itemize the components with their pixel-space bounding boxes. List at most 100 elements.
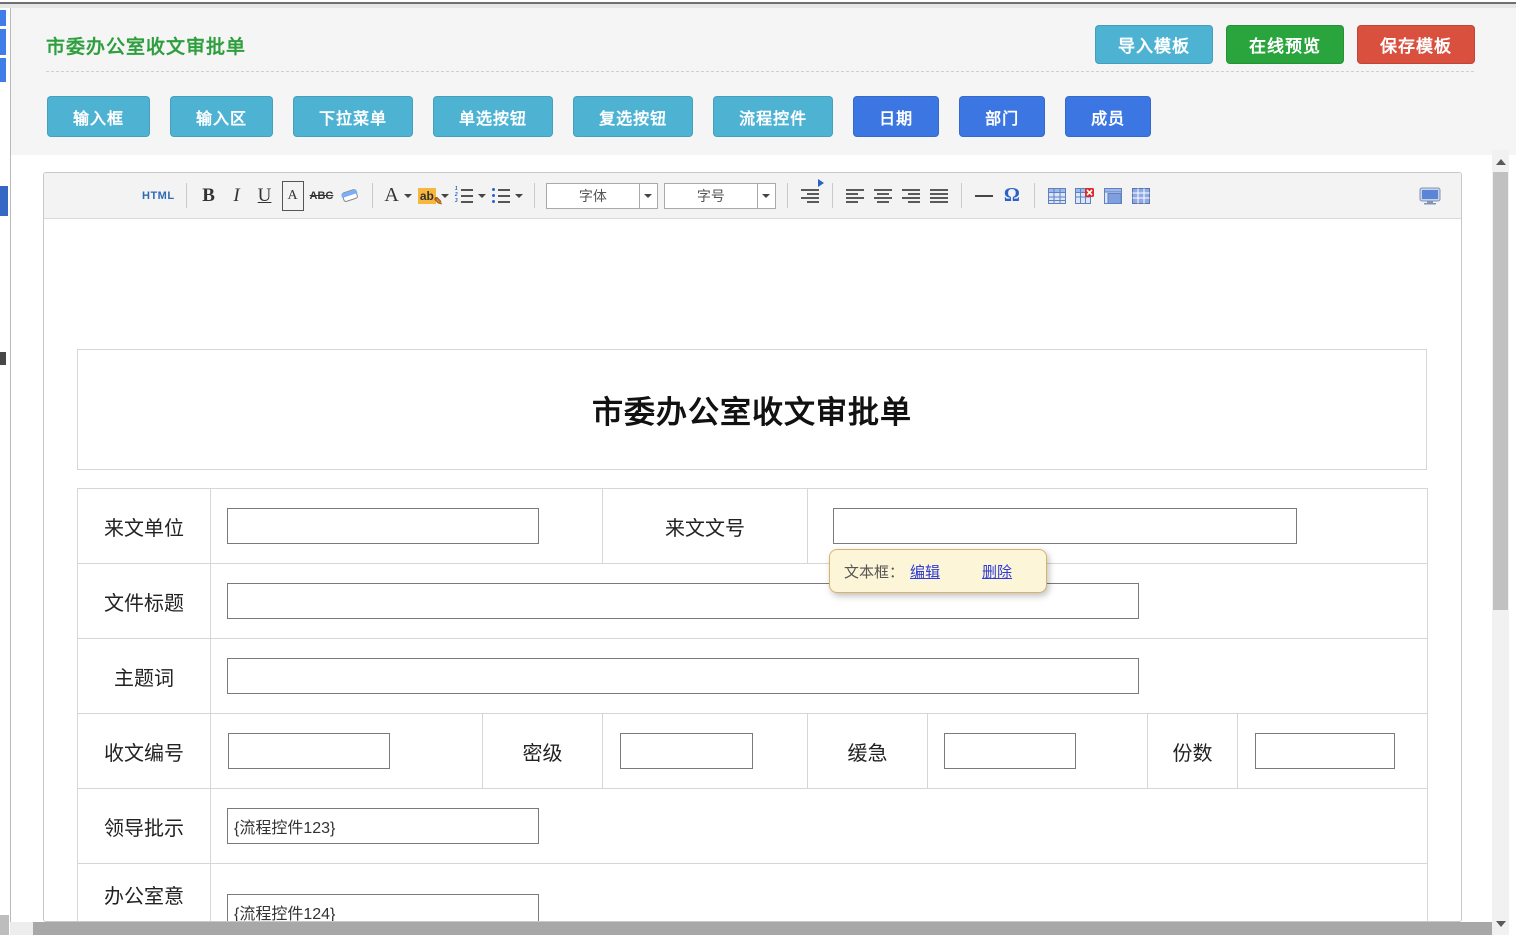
indent-icon	[801, 189, 819, 203]
horizontal-scrollbar-thumb[interactable]	[33, 922, 1492, 935]
edit-link[interactable]: 编辑	[910, 561, 940, 582]
add-checkbox-button[interactable]: 复选按钮	[573, 96, 693, 137]
table-icon	[1048, 188, 1066, 204]
delete-link[interactable]: 删除	[982, 561, 1012, 582]
remove-format-eraser-button[interactable]	[339, 181, 361, 211]
scroll-down-button[interactable]	[1492, 915, 1509, 932]
source-code-button[interactable]: HTML	[142, 181, 175, 211]
security-level-input[interactable]	[620, 733, 753, 769]
align-center-button[interactable]	[872, 181, 894, 211]
font-color-label: A	[384, 184, 398, 207]
special-character-button[interactable]: Ω	[1001, 181, 1023, 211]
align-right-button[interactable]	[900, 181, 922, 211]
add-dropdown-button[interactable]: 下拉菜单	[293, 96, 413, 137]
horizontal-scrollbar[interactable]	[10, 922, 1492, 935]
subject-words-input[interactable]	[227, 658, 1139, 694]
table-grid-icon	[1132, 188, 1150, 204]
highlight-color-button[interactable]: ab✎	[418, 181, 449, 211]
toolbar-separator	[186, 183, 187, 208]
format-block-button[interactable]: A	[282, 181, 304, 211]
left-edge-fragment	[0, 29, 6, 55]
unordered-list-button[interactable]	[492, 181, 523, 211]
delete-table-button[interactable]	[1074, 181, 1096, 211]
indent-button[interactable]	[799, 181, 821, 211]
toolbar-separator	[534, 183, 535, 208]
left-edge-fragment	[0, 915, 9, 935]
vertical-scrollbar-thumb[interactable]	[1493, 172, 1508, 610]
page-title: 市委办公室收文审批单	[46, 32, 246, 59]
screen: 市委办公室收文审批单 导入模板 在线预览 保存模板 输入框 输入区 下拉菜单 单…	[0, 0, 1516, 935]
underline-button[interactable]: U	[254, 181, 276, 211]
strikethrough-button[interactable]: ABC	[310, 181, 334, 211]
office-opinion-flow-input[interactable]	[227, 894, 539, 922]
font-color-button[interactable]: A	[384, 181, 411, 211]
arrow-right-icon	[818, 179, 824, 187]
label-incoming-doc-number: 来文文号	[603, 489, 808, 564]
horizontal-rule-button[interactable]	[973, 181, 995, 211]
table-cell-icon	[1104, 188, 1122, 204]
arrow-up-icon	[1496, 159, 1506, 165]
table-properties-button[interactable]	[1130, 181, 1152, 211]
receipt-number-input[interactable]	[228, 733, 390, 769]
save-template-button[interactable]: 保存模板	[1357, 25, 1475, 64]
align-left-icon	[846, 189, 864, 203]
pencil-icon: ✎	[434, 195, 443, 208]
editor-toolbar: HTML B I U A ABC A	[44, 173, 1461, 219]
insert-table-button[interactable]	[1046, 181, 1068, 211]
add-date-button[interactable]: 日期	[853, 96, 939, 137]
italic-button[interactable]: I	[226, 181, 248, 211]
form-table: 来文单位 来文文号 文件标题 主题词 收文编号	[77, 488, 1428, 922]
align-justify-button[interactable]	[928, 181, 950, 211]
copies-input[interactable]	[1255, 733, 1395, 769]
table-cell-properties-button[interactable]	[1102, 181, 1124, 211]
fullscreen-monitor-icon	[1419, 187, 1441, 205]
incoming-doc-number-input[interactable]	[833, 508, 1297, 544]
table-row: 文件标题	[78, 564, 1428, 639]
tooltip-label: 文本框：	[844, 561, 904, 582]
panel-header: 市委办公室收文审批单 导入模板 在线预览 保存模板 输入框 输入区 下拉菜单 单…	[11, 8, 1516, 155]
ordered-list-button[interactable]: 1 2 3	[455, 181, 486, 211]
font-family-select[interactable]: 字体	[546, 183, 658, 209]
chevron-down-icon	[644, 194, 652, 198]
control-buttons-row: 输入框 输入区 下拉菜单 单选按钮 复选按钮 流程控件 日期 部门 成员	[47, 96, 1151, 137]
import-template-button[interactable]: 导入模板	[1095, 25, 1213, 64]
toolbar-separator	[787, 183, 788, 208]
arrow-down-icon	[1496, 921, 1506, 927]
select-arrow-button[interactable]	[639, 184, 657, 208]
horizontal-rule-icon	[975, 195, 993, 197]
chevron-down-icon	[762, 194, 770, 198]
label-office-opinion: 办公室意	[78, 864, 211, 923]
label-receipt-number: 收文编号	[78, 714, 211, 789]
label-incoming-unit: 来文单位	[78, 489, 211, 564]
leader-instructions-flow-input[interactable]	[227, 808, 539, 844]
eraser-icon	[340, 188, 360, 204]
add-textarea-button[interactable]: 输入区	[170, 96, 273, 137]
toolbar-separator	[372, 183, 373, 208]
table-row: 收文编号 密级 缓急 份数	[78, 714, 1428, 789]
add-radio-button[interactable]: 单选按钮	[433, 96, 553, 137]
chevron-down-icon	[404, 194, 412, 198]
align-justify-icon	[930, 189, 948, 203]
add-input-box-button[interactable]: 输入框	[47, 96, 150, 137]
add-member-button[interactable]: 成员	[1065, 96, 1151, 137]
urgency-input[interactable]	[944, 733, 1076, 769]
editor-content[interactable]: 市委办公室收文审批单 来文单位 来文文号 文件标题	[44, 219, 1461, 922]
add-flow-control-button[interactable]: 流程控件	[713, 96, 833, 137]
table-row: 来文单位 来文文号	[78, 489, 1428, 564]
font-size-select[interactable]: 字号	[664, 183, 776, 209]
select-arrow-button[interactable]	[757, 184, 775, 208]
add-department-button[interactable]: 部门	[959, 96, 1045, 137]
bold-button[interactable]: B	[198, 181, 220, 211]
left-edge-fragment	[0, 186, 8, 216]
online-preview-button[interactable]: 在线预览	[1226, 25, 1344, 64]
table-row: 办公室意	[78, 864, 1428, 923]
incoming-unit-input[interactable]	[227, 508, 539, 544]
table-row: 领导批示	[78, 789, 1428, 864]
align-left-button[interactable]	[844, 181, 866, 211]
highlight-label: ab✎	[418, 188, 436, 204]
label-security-level: 密级	[483, 714, 603, 789]
header-actions: 导入模板 在线预览 保存模板	[1095, 25, 1475, 64]
vertical-scrollbar[interactable]	[1492, 150, 1509, 935]
scroll-up-button[interactable]	[1492, 153, 1509, 170]
fullscreen-button[interactable]	[1419, 181, 1441, 211]
